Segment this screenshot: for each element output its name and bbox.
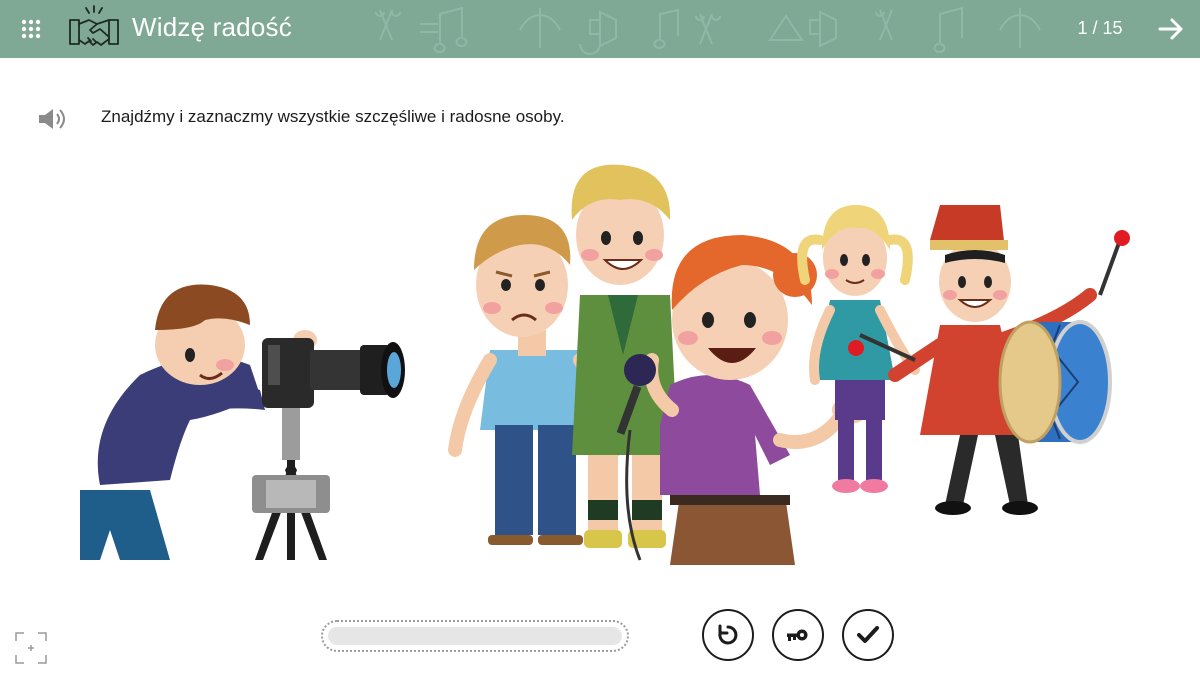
reset-icon bbox=[718, 624, 738, 645]
check-icon bbox=[857, 626, 879, 643]
key-icon bbox=[787, 629, 808, 641]
menu-button[interactable] bbox=[18, 16, 44, 42]
speaker-icon bbox=[39, 109, 65, 129]
grid-menu-icon bbox=[21, 19, 41, 39]
progress-bar bbox=[321, 620, 629, 652]
task-instruction: Znajdźmy i zaznaczmy wszystkie szczęśliw… bbox=[101, 107, 565, 126]
illustration-scene bbox=[80, 164, 1130, 565]
arrow-right-icon bbox=[1158, 18, 1183, 40]
photographer-boy[interactable] bbox=[80, 284, 405, 560]
tripod bbox=[252, 405, 330, 560]
top-bar: Widzę radość 1 / 15 bbox=[0, 0, 1200, 58]
fullscreen-icon bbox=[15, 632, 47, 664]
check-button[interactable] bbox=[842, 609, 894, 661]
app-logo bbox=[66, 4, 122, 54]
audio-button[interactable] bbox=[36, 106, 66, 132]
fullscreen-button[interactable] bbox=[14, 631, 48, 665]
next-page-button[interactable] bbox=[1156, 14, 1186, 44]
show-answers-button[interactable] bbox=[772, 609, 824, 661]
handshake-icon bbox=[69, 5, 119, 46]
page-counter: 1 / 15 bbox=[1077, 18, 1123, 38]
progress-fill bbox=[328, 627, 622, 645]
reset-button[interactable] bbox=[702, 609, 754, 661]
app-title: Widzę radość bbox=[132, 12, 292, 42]
